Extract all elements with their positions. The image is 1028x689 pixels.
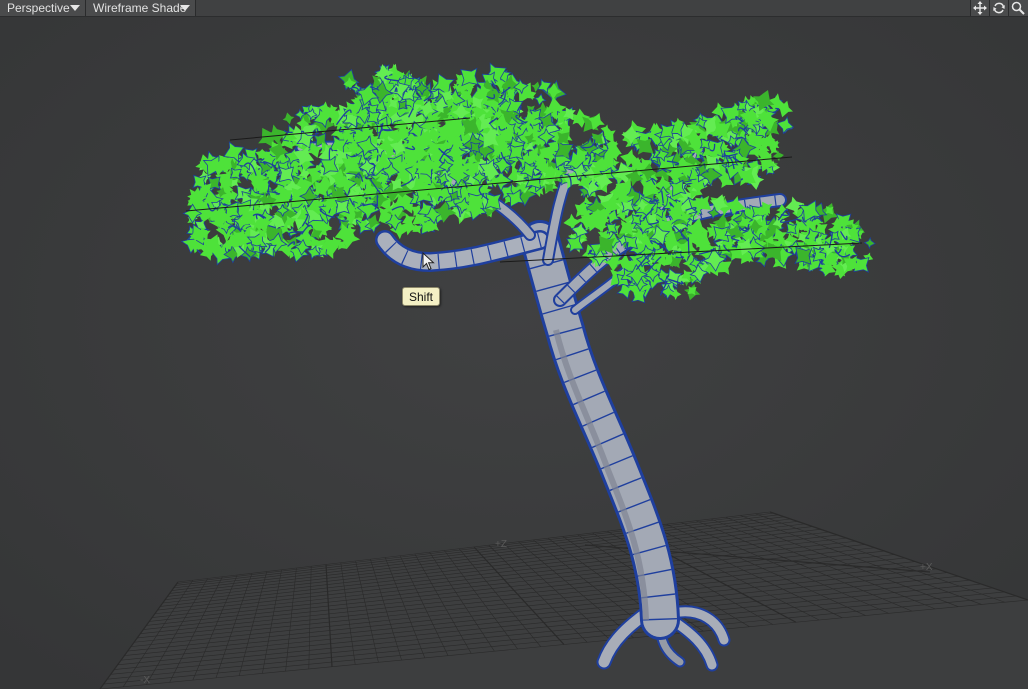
- viewport-toolbar: Perspective Wireframe Shade: [0, 0, 1028, 17]
- tooltip-text: Shift: [409, 290, 434, 304]
- view-mode-dropdown[interactable]: Perspective: [0, 0, 86, 16]
- 3d-scene[interactable]: +Z +X -X: [0, 0, 1028, 689]
- mouse-cursor-icon: [422, 252, 435, 271]
- tooltip: Shift: [402, 287, 441, 306]
- dropdown-arrow-icon: [70, 5, 80, 11]
- zoom-view-button[interactable]: [1008, 0, 1028, 16]
- x-axis-label: +X: [920, 562, 933, 573]
- viewport[interactable]: Perspective Wireframe Shade +Z +X -X Shi…: [0, 0, 1028, 689]
- shading-mode-label: Wireframe Shade: [93, 1, 187, 15]
- move-icon: [973, 1, 987, 15]
- dropdown-arrow-icon: [180, 5, 190, 11]
- neg-x-axis-label: -X: [140, 675, 150, 686]
- rotate-icon: [993, 2, 1005, 14]
- rotate-view-button[interactable]: [989, 0, 1008, 16]
- z-axis-label: +Z: [495, 539, 507, 550]
- move-view-button[interactable]: [970, 0, 989, 16]
- shading-mode-dropdown[interactable]: Wireframe Shade: [86, 0, 196, 16]
- view-mode-label: Perspective: [7, 1, 70, 15]
- zoom-icon: [1011, 1, 1025, 15]
